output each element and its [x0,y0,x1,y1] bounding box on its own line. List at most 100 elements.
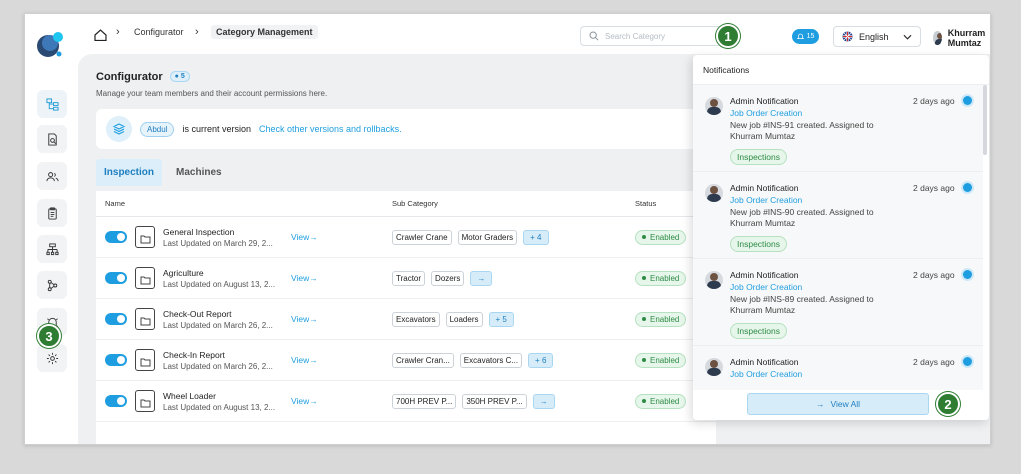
arrow-right-icon: → [309,232,318,242]
row-updated: Last Updated on March 26, 2... [163,361,273,371]
notification-subtitle[interactable]: Job Order Creation [730,108,802,118]
home-icon[interactable] [94,29,107,41]
name-block: Agriculture Last Updated on August 13, 2… [163,268,283,289]
view-link[interactable]: View→ [291,232,318,242]
breadcrumb-configurator[interactable]: Configurator [134,27,184,37]
view-link[interactable]: View→ [291,355,318,365]
tab-machines[interactable]: Machines [168,159,230,186]
name-cell: Wheel Loader Last Updated on August 13, … [96,390,392,412]
view-link[interactable]: View→ [291,396,318,406]
more-subcategories-button[interactable]: → [470,270,493,286]
name-cell: Check-In Report Last Updated on March 26… [96,349,392,371]
notification-tag: Inspections [730,149,787,165]
tab-inspection[interactable]: Inspection [96,159,163,186]
callout-2: 2 [936,392,960,416]
version-text: is current version [182,124,251,134]
search-input[interactable]: Search Category [580,26,721,46]
subcategory-cell: Crawler Cran... Excavators C... + 6 [392,352,635,368]
status-badge: Enabled [635,311,687,327]
user-name: Khurram Mumtaz [947,28,986,48]
document-folder-icon [135,267,155,289]
sitemap-icon [45,242,59,255]
notifications-title: Notifications [693,55,989,85]
document-folder-icon [135,308,155,330]
table-row: Check-Out Report Last Updated on March 2… [96,299,716,340]
unread-dot [963,183,972,192]
title-count-badge: ● 5 [169,71,190,82]
row-name: General Inspection [163,226,235,237]
column-header-name[interactable]: Name [96,199,392,208]
sidebar-item-users[interactable] [37,162,67,190]
notifications-panel: Notifications Admin Notification 2 days … [693,55,989,420]
enabled-toggle[interactable] [105,313,127,325]
view-link[interactable]: View→ [291,314,318,324]
language-select[interactable]: English [833,26,921,47]
name-cell: General Inspection Last Updated on March… [96,226,392,248]
notification-time: 2 days ago [913,183,955,193]
more-subcategories-button[interactable]: + 4 [523,229,549,245]
name-block: Check-In Report Last Updated on March 26… [163,350,283,371]
subcategory-cell: 700H PREV P... 350H PREV P... → [392,393,635,409]
row-updated: Last Updated on August 13, 2... [163,402,276,412]
layers-icon [106,116,132,142]
row-name: Check-Out Report [163,308,232,319]
document-folder-icon [135,390,155,412]
notification-subtitle[interactable]: Job Order Creation [730,282,802,292]
scrollbar[interactable] [983,85,987,155]
notification-item[interactable]: Admin Notification 2 days ago Job Order … [693,85,983,172]
status-badge: Enabled [635,229,687,245]
arrow-right-icon: → [309,314,318,324]
document-folder-icon [135,226,155,248]
arrow-right-icon: → [815,399,825,409]
enabled-toggle[interactable] [105,395,127,407]
enabled-toggle[interactable] [105,272,127,284]
sidebar-item-structure[interactable] [37,235,67,263]
status-badge: Enabled [635,270,687,286]
notification-body: New job #INS-89 created. Assigned to Khu… [730,294,874,316]
avatar [705,184,723,202]
notifications-footer: → View All 2 [693,390,989,420]
notification-subtitle[interactable]: Job Order Creation [730,369,802,379]
gear-icon [46,352,58,364]
row-name: Wheel Loader [163,390,216,401]
notification-bell-button[interactable]: 15 [792,29,819,44]
sidebar-item-documents[interactable] [37,125,67,153]
subcategory-cell: Excavators Loaders + 5 [392,311,635,327]
sidebar-item-settings[interactable] [37,344,67,372]
more-subcategories-button[interactable]: + 6 [528,352,554,368]
avatar [705,358,723,376]
column-header-subcategory[interactable]: Sub Category [392,199,635,208]
name-block: Check-Out Report Last Updated on March 2… [163,309,283,330]
unread-dot [963,96,972,105]
notification-item[interactable]: Admin Notification 2 days ago Job Order … [693,172,983,259]
subcategory-chip: Tractor [392,270,426,286]
notification-item[interactable]: Admin Notification 2 days ago Job Order … [693,346,983,390]
page-subtitle: Manage your team members and their accou… [96,89,328,98]
unread-dot [963,357,972,366]
view-link[interactable]: View→ [291,273,318,283]
user-menu[interactable]: Khurram Mumtaz [933,28,990,48]
sidebar-item-dashboard[interactable] [37,90,67,118]
more-subcategories-button[interactable]: + 5 [488,311,514,327]
sidebar-item-workflow[interactable] [37,271,67,299]
subcategory-chip: Loaders [445,311,483,327]
table-row: Wheel Loader Last Updated on August 13, … [96,381,716,422]
branch-icon [47,279,57,291]
subcategory-cell: Tractor Dozers → [392,270,635,286]
enabled-toggle[interactable] [105,231,127,243]
row-name: Check-In Report [163,349,225,360]
more-subcategories-button[interactable]: → [532,393,555,409]
view-all-button[interactable]: → View All [747,393,929,415]
top-bar: › Configurator › Category Management Sea… [78,14,990,54]
versions-link[interactable]: Check other versions and rollbacks. [259,124,402,134]
sidebar-item-clipboard[interactable] [37,199,67,227]
arrow-right-icon: → [309,396,318,406]
enabled-toggle[interactable] [105,354,127,366]
avatar [705,271,723,289]
unread-dot [963,270,972,279]
notification-subtitle[interactable]: Job Order Creation [730,195,802,205]
notification-item[interactable]: Admin Notification 2 days ago Job Order … [693,259,983,346]
tab-bar: Inspection Machines [96,159,230,186]
row-name: Agriculture [163,267,204,278]
app-logo[interactable] [35,29,65,59]
